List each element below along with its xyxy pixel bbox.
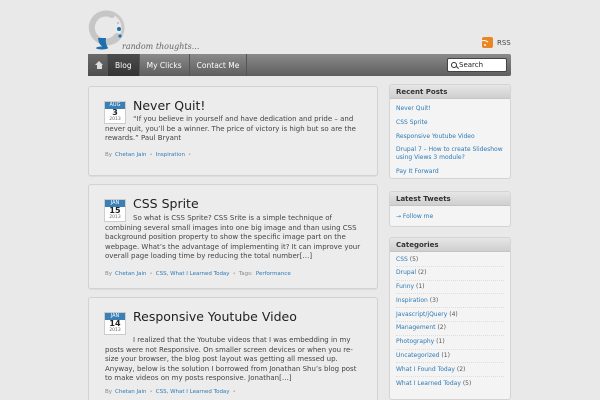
date-day: 14 xyxy=(109,319,121,328)
recent-posts-widget: Recent Posts Never Quit! CSS Sprite Resp… xyxy=(389,84,511,179)
nav-my-clicks[interactable]: My Clicks xyxy=(140,54,190,76)
widget-title: Recent Posts xyxy=(390,85,510,99)
post-card: JAN 14 2013 Responsive Youtube Video I r… xyxy=(88,297,378,400)
post-card: AUG 3 2013 Never Quit! “If you believe i… xyxy=(88,86,378,176)
category-count: (5) xyxy=(462,379,472,387)
search-icon xyxy=(451,62,457,68)
category-name: What I Learned Today xyxy=(396,379,461,387)
home-icon xyxy=(95,61,103,69)
category-link[interactable]: What I Found Today (2) xyxy=(396,363,504,378)
category-count: (3) xyxy=(429,296,439,304)
post-title[interactable]: CSS Sprite xyxy=(133,196,199,211)
recent-posts-list: Never Quit! CSS Sprite Responsive Youtub… xyxy=(390,99,510,178)
categories-widget: Categories CSS (5) Drupal (2) Funny (1) … xyxy=(389,237,511,400)
post-meta: By Chetan Jain • CSS, What I Learned Tod… xyxy=(105,389,236,395)
category-name: Drupal xyxy=(396,269,417,277)
category-link[interactable]: Drupal (2) xyxy=(396,267,504,281)
rss-icon xyxy=(482,37,493,48)
category-name: CSS xyxy=(396,255,408,263)
category-link[interactable]: Inspiration (3) xyxy=(396,294,504,309)
main-nav: Blog My Clicks Contact Me xyxy=(88,54,511,76)
meta-separator: • xyxy=(149,152,153,158)
category-name: Photography xyxy=(396,338,435,346)
post-categories[interactable]: CSS, What I Learned Today xyxy=(156,389,230,395)
date-badge: JAN 14 2013 xyxy=(104,312,126,335)
nav-blog[interactable]: Blog xyxy=(108,54,140,76)
post-by: By xyxy=(105,271,113,277)
category-count: (1) xyxy=(416,283,425,291)
post-excerpt: I realized that the Youtube videos that … xyxy=(105,336,357,383)
post-categories[interactable]: CSS, What I Learned Today xyxy=(156,271,230,277)
meta-separator: • xyxy=(232,271,236,277)
widget-title: Latest Tweets xyxy=(390,192,510,206)
search-input[interactable] xyxy=(459,61,507,69)
post-meta: By Chetan Jain • Inspiration • xyxy=(105,152,191,158)
rss-link[interactable]: RSS xyxy=(482,37,511,48)
post-title[interactable]: Never Quit! xyxy=(133,98,205,113)
category-name: What I Found Today xyxy=(396,365,455,373)
nav-contact-me[interactable]: Contact Me xyxy=(190,54,248,76)
post-meta: By Chetan Jain • CSS, What I Learned Tod… xyxy=(105,271,291,277)
category-link[interactable]: Management (2) xyxy=(396,322,504,336)
category-count: (4) xyxy=(449,310,458,318)
recent-post-link[interactable]: Drupal 7 – How to create Slideshow using… xyxy=(396,143,504,165)
post-author[interactable]: Chetan Jain xyxy=(115,389,146,395)
category-link[interactable]: What I Learned Today (5) xyxy=(396,377,504,390)
meta-separator: • xyxy=(149,389,153,395)
post-excerpt: So what is CSS Sprite? CSS Srite is a si… xyxy=(105,214,361,261)
post-categories[interactable]: Inspiration xyxy=(156,152,185,158)
nav-home[interactable] xyxy=(88,54,108,76)
recent-post-link[interactable]: Never Quit! xyxy=(396,102,504,116)
meta-separator: • xyxy=(149,271,153,277)
category-count: (2) xyxy=(456,365,466,373)
category-count: (1) xyxy=(436,338,445,346)
search-box[interactable] xyxy=(447,58,507,72)
post-card: JAN 15 2013 CSS Sprite So what is CSS Sp… xyxy=(88,184,378,289)
recent-post-link[interactable]: CSS Sprite xyxy=(396,116,504,130)
category-name: Javascript/jQuery xyxy=(396,310,448,318)
category-name: Uncategorized xyxy=(396,352,440,360)
category-link[interactable]: Javascript/jQuery (4) xyxy=(396,308,504,322)
meta-separator: • xyxy=(187,152,192,158)
post-title[interactable]: Responsive Youtube Video xyxy=(133,309,297,324)
category-name: Funny xyxy=(396,283,415,291)
category-count: (2) xyxy=(417,269,427,277)
category-link[interactable]: Uncategorized (1) xyxy=(396,350,504,364)
widget-title: Categories xyxy=(390,238,510,252)
follow-me-link[interactable]: → Follow me xyxy=(396,210,504,223)
post-tags[interactable]: Performance xyxy=(256,271,291,277)
category-count: (2) xyxy=(437,324,446,332)
category-link[interactable]: Photography (1) xyxy=(396,336,504,350)
category-count: (1) xyxy=(441,352,450,360)
rss-label: RSS xyxy=(497,38,511,47)
post-by: By xyxy=(105,152,113,158)
recent-post-link[interactable]: Responsive Youtube Video xyxy=(396,130,504,144)
category-count: (5) xyxy=(409,255,419,263)
meta-separator: • xyxy=(232,389,236,395)
post-author[interactable]: Chetan Jain xyxy=(115,152,146,158)
category-link[interactable]: Funny (1) xyxy=(396,281,504,295)
post-tags-label: Tags: xyxy=(238,271,253,277)
tweets-list: → Follow me xyxy=(390,206,510,226)
latest-tweets-widget: Latest Tweets → Follow me xyxy=(389,191,511,227)
site-tagline: random thoughts... xyxy=(122,42,200,51)
recent-post-link[interactable]: Pay It Forward xyxy=(396,165,504,178)
post-by: By xyxy=(105,389,113,395)
post-excerpt: “If you believe in yourself and have ded… xyxy=(105,115,356,143)
category-link[interactable]: CSS (5) xyxy=(396,253,504,267)
category-name: Management xyxy=(396,324,436,332)
category-name: Inspiration xyxy=(396,296,428,304)
categories-list: CSS (5) Drupal (2) Funny (1) Inspiration… xyxy=(390,252,510,393)
date-year: 2013 xyxy=(109,328,121,333)
post-author[interactable]: Chetan Jain xyxy=(115,271,146,277)
